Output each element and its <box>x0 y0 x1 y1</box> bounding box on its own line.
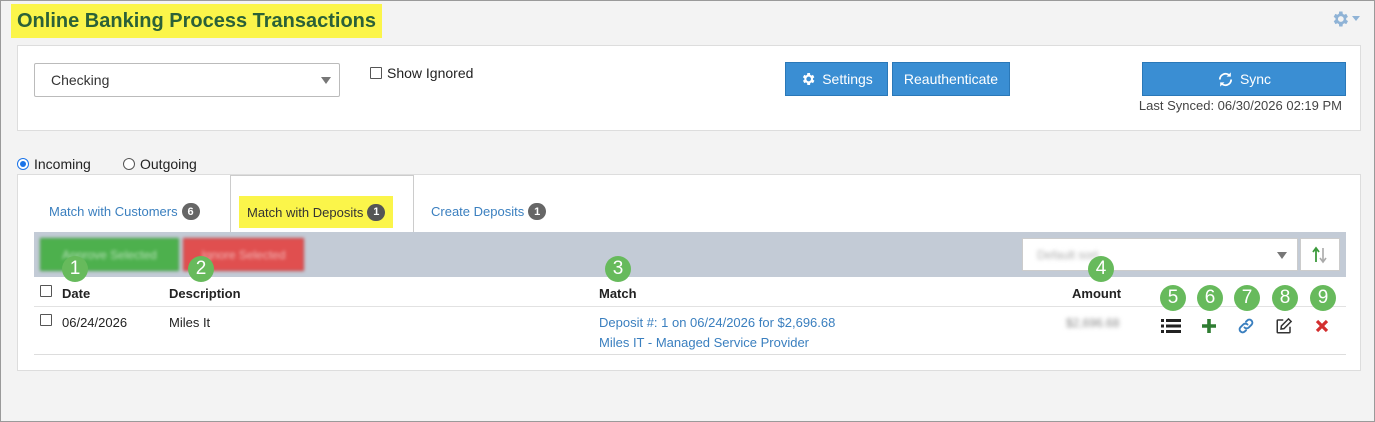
add-button[interactable] <box>1198 315 1220 337</box>
page-title: Online Banking Process Transactions <box>17 9 377 32</box>
radio-incoming-button[interactable] <box>17 158 29 170</box>
transactions-panel: Match with Customers 6 Match with Deposi… <box>17 174 1361 371</box>
settings-button[interactable]: Settings <box>785 62 888 96</box>
tab-match-customers[interactable]: Match with Customers 6 <box>49 203 200 220</box>
table-toolbar: Approve Selected Ignore Selected Default… <box>34 232 1346 277</box>
view-details-button[interactable] <box>1160 315 1182 337</box>
reauthenticate-button-label: Reauthenticate <box>903 71 999 87</box>
column-match[interactable]: Match <box>599 286 637 301</box>
table-row: 06/24/2026 Miles It Deposit #: 1 on 06/2… <box>34 307 1346 355</box>
callout-9: 9 <box>1310 285 1336 311</box>
radio-outgoing-button[interactable] <box>123 158 135 170</box>
link-button[interactable] <box>1235 315 1257 337</box>
gear-icon <box>1333 11 1348 27</box>
row-description: Miles It <box>169 315 211 330</box>
sort-select[interactable]: Default sort <box>1022 238 1298 271</box>
gear-icon <box>803 73 815 85</box>
radio-incoming-label: Incoming <box>34 156 91 172</box>
page-settings-menu[interactable] <box>1330 9 1360 29</box>
settings-button-label: Settings <box>822 71 873 87</box>
tab-match-deposits-label: Match with Deposits <box>247 204 364 220</box>
callout-2: 2 <box>188 256 214 282</box>
reauthenticate-button[interactable]: Reauthenticate <box>892 62 1010 96</box>
caret-down-icon <box>1277 252 1287 259</box>
tab-count-badge: 1 <box>528 203 547 220</box>
sort-select-value: Default sort <box>1037 248 1099 262</box>
edit-button[interactable] <box>1273 315 1295 337</box>
callout-8: 8 <box>1272 285 1298 311</box>
column-amount[interactable]: Amount <box>1072 286 1121 301</box>
radio-incoming[interactable]: Incoming <box>17 156 91 172</box>
account-panel: Checking Show Ignored Settings Reauthent… <box>17 45 1361 131</box>
tab-match-customers-label: Match with Customers <box>49 204 178 219</box>
approve-selected-button[interactable]: Approve Selected <box>40 238 179 271</box>
row-checkbox[interactable] <box>40 314 52 326</box>
table-header: Date Description Match Amount <box>34 277 1346 307</box>
plus-icon <box>1202 319 1216 333</box>
callout-6: 6 <box>1197 285 1223 311</box>
caret-down-icon <box>1352 16 1360 21</box>
tab-match-deposits[interactable]: Match with Deposits 1 <box>230 175 414 232</box>
sync-button-label: Sync <box>1239 71 1272 87</box>
radio-outgoing-label: Outgoing <box>140 156 197 172</box>
tab-count-badge: 6 <box>181 203 200 220</box>
sync-button[interactable]: Sync <box>1142 62 1346 96</box>
callout-5: 5 <box>1160 285 1186 311</box>
callout-4: 4 <box>1088 256 1114 282</box>
tab-create-deposits-label: Create Deposits <box>431 204 525 219</box>
account-select-value: Checking <box>51 72 110 88</box>
last-synced-text: Last Synced: 06/30/2026 02:19 PM <box>1138 98 1342 113</box>
sort-direction-button[interactable] <box>1300 238 1340 271</box>
column-description[interactable]: Description <box>169 286 241 301</box>
row-date: 06/24/2026 <box>62 315 128 330</box>
list-icon <box>1161 319 1181 333</box>
link-icon <box>1238 318 1254 334</box>
select-all-checkbox[interactable] <box>40 285 52 297</box>
callout-7: 7 <box>1234 285 1260 311</box>
account-select[interactable]: Checking <box>34 63 340 97</box>
tab-count-badge: 1 <box>367 203 386 221</box>
tab-create-deposits[interactable]: Create Deposits 1 <box>431 203 547 220</box>
edit-icon <box>1276 317 1293 334</box>
sort-arrows-icon <box>1312 246 1327 263</box>
column-date[interactable]: Date <box>62 286 90 301</box>
caret-down-icon <box>321 77 331 84</box>
callout-1: 1 <box>62 256 88 282</box>
show-ignored-checkbox[interactable] <box>370 67 382 79</box>
refresh-icon <box>1218 71 1233 87</box>
row-amount: $2,696.68 <box>1066 316 1120 330</box>
show-ignored-label: Show Ignored <box>387 65 474 81</box>
tab-match-deposits-highlight: Match with Deposits 1 <box>239 196 394 228</box>
close-icon <box>1315 319 1329 333</box>
page-title-highlight: Online Banking Process Transactions <box>11 4 383 38</box>
row-match-customer-link[interactable]: Miles IT - Managed Service Provider <box>599 335 809 350</box>
show-ignored-toggle[interactable]: Show Ignored <box>370 65 473 81</box>
remove-button[interactable] <box>1311 315 1333 337</box>
row-match-deposit-link[interactable]: Deposit #: 1 on 06/24/2026 for $2,696.68 <box>599 315 835 330</box>
radio-outgoing[interactable]: Outgoing <box>123 156 197 172</box>
callout-3: 3 <box>605 256 631 282</box>
